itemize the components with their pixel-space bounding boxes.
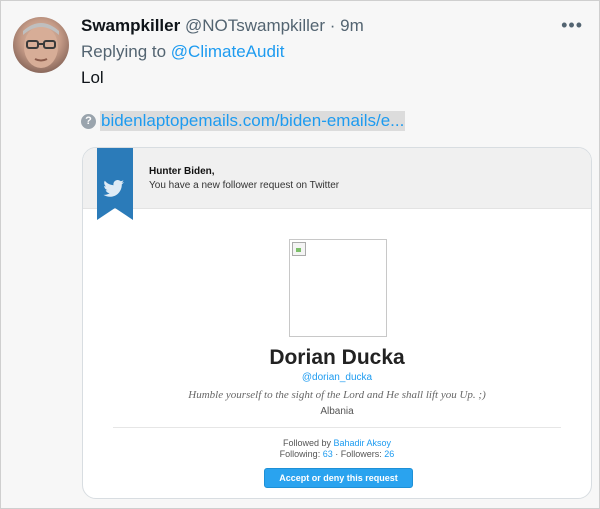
following-count[interactable]: 63 <box>323 449 333 459</box>
profile-image-broken <box>289 239 387 337</box>
accept-or-deny-button[interactable]: Accept or deny this request <box>264 468 413 488</box>
replying-to-line: Replying to @ClimateAudit <box>81 42 284 62</box>
replying-to-label: Replying to <box>81 42 167 61</box>
tweet-link[interactable]: bidenlaptopemails.com/biden-emails/e... <box>100 111 406 131</box>
card-header: Hunter Biden, You have a new follower re… <box>83 148 591 220</box>
twitter-bird-icon <box>97 148 133 220</box>
following-label: Following: <box>279 449 321 459</box>
profile-bio: Humble yourself to the sight of the Lord… <box>188 389 486 401</box>
followers-label: Followers: <box>340 449 382 459</box>
counts-separator: · <box>335 449 339 459</box>
profile-handle-link[interactable]: @dorian_ducka <box>83 372 591 383</box>
tweet-link-row: ? bidenlaptopemails.com/biden-emails/e..… <box>81 111 406 131</box>
card-divider <box>113 427 561 428</box>
followed-by-line: Followed by Bahadir Aksoy <box>83 438 591 448</box>
card-notice: You have a new follower request on Twitt… <box>149 180 340 191</box>
email-preview-card[interactable]: Hunter Biden, You have a new follower re… <box>82 147 592 499</box>
tweet-header: Swampkiller @NOTswampkiller · 9m <box>81 16 364 36</box>
profile-location: Albania <box>320 406 354 417</box>
broken-image-icon <box>292 242 306 256</box>
followers-count[interactable]: 26 <box>384 449 394 459</box>
followed-by-user-link[interactable]: Bahadir Aksoy <box>334 438 392 448</box>
header-separator: · <box>329 16 336 35</box>
avatar-face-image <box>23 23 59 68</box>
tweet-timestamp[interactable]: 9m <box>340 16 364 35</box>
follow-counts-line: Following: 63 · Followers: 26 <box>83 449 591 459</box>
question-mark-icon: ? <box>81 113 96 129</box>
tweet-container: Swampkiller @NOTswampkiller · 9m ••• Rep… <box>0 0 600 509</box>
more-horizontal-icon[interactable]: ••• <box>561 15 583 36</box>
profile-display-name: Dorian Ducka <box>269 346 405 369</box>
card-greeting: Hunter Biden, <box>149 166 215 177</box>
avatar[interactable] <box>13 17 69 73</box>
author-handle[interactable]: @NOTswampkiller <box>185 16 325 35</box>
replying-to-mention-link[interactable]: @ClimateAudit <box>171 42 285 61</box>
author-name[interactable]: Swampkiller <box>81 16 180 35</box>
tweet-text: Lol <box>81 68 104 87</box>
followed-by-label: Followed by <box>282 438 331 448</box>
